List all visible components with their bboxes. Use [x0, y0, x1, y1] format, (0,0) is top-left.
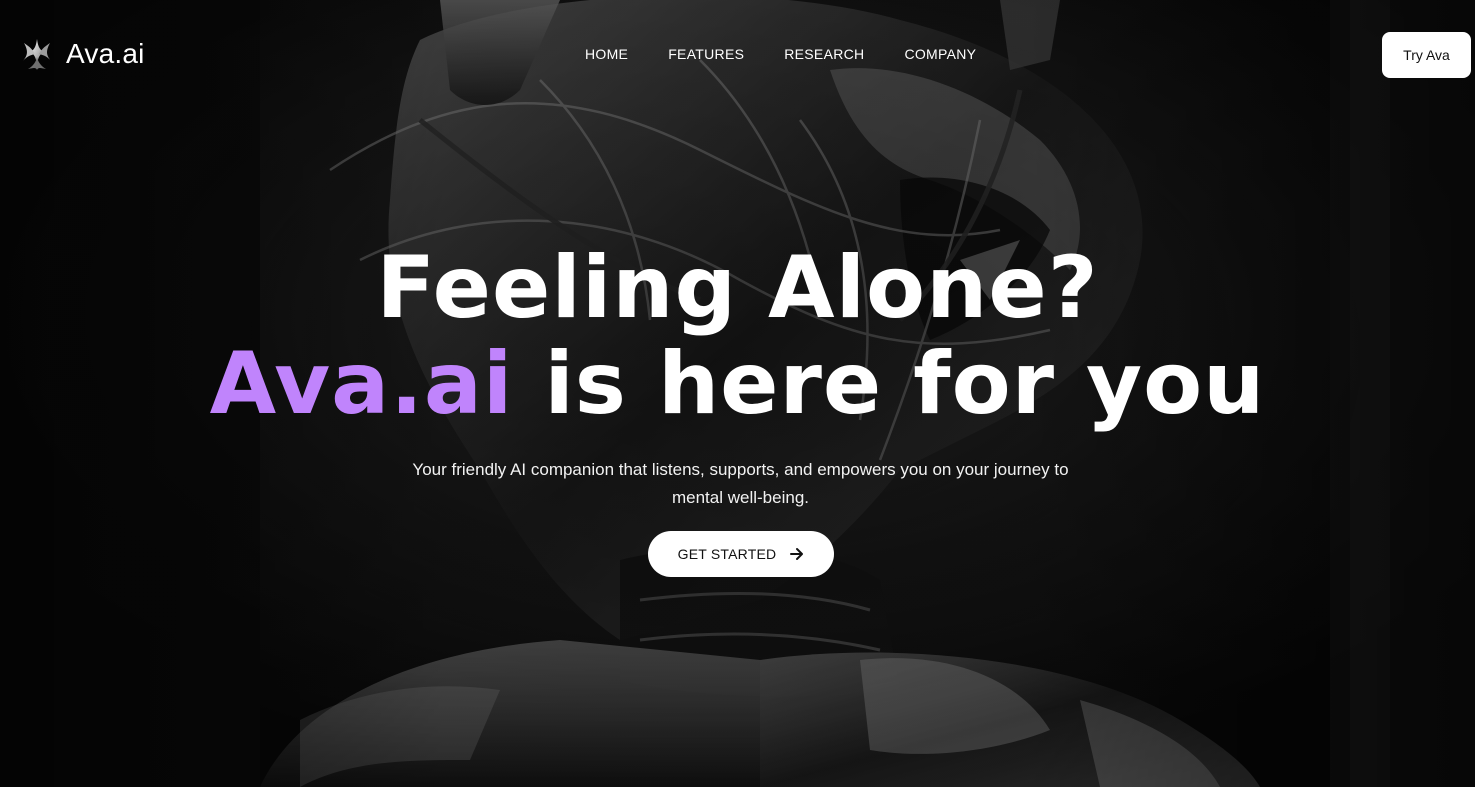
hero-headline-accent: Ava.ai — [209, 334, 514, 434]
arrow-right-icon — [790, 548, 804, 560]
hero-headline: Feeling Alone? Ava.ai is here for you — [0, 240, 1475, 432]
brand-logo[interactable]: Ava.ai — [20, 36, 145, 72]
nav-link-company[interactable]: COMPANY — [904, 44, 976, 64]
get-started-button[interactable]: GET STARTED — [648, 531, 834, 577]
sparkle-star-icon — [23, 39, 51, 70]
main-navigation: HOME FEATURES RESEARCH COMPANY — [585, 44, 976, 64]
nav-link-home[interactable]: HOME — [585, 44, 628, 64]
hero-headline-line2-rest: is here for you — [513, 334, 1266, 434]
get-started-label: GET STARTED — [677, 546, 777, 562]
try-ava-button[interactable]: Try Ava — [1382, 32, 1471, 78]
nav-link-features[interactable]: FEATURES — [668, 44, 744, 64]
brand-name: Ava.ai — [66, 38, 145, 69]
landing-page: Ava.ai HOME FEATURES RESEARCH COMPANY Tr… — [0, 0, 1475, 787]
hero-subtitle: Your friendly AI companion that listens,… — [412, 460, 1069, 507]
nav-link-research[interactable]: RESEARCH — [784, 44, 864, 64]
hero-headline-line2: Ava.ai is here for you — [0, 336, 1475, 432]
hero-headline-line1: Feeling Alone? — [376, 238, 1099, 338]
